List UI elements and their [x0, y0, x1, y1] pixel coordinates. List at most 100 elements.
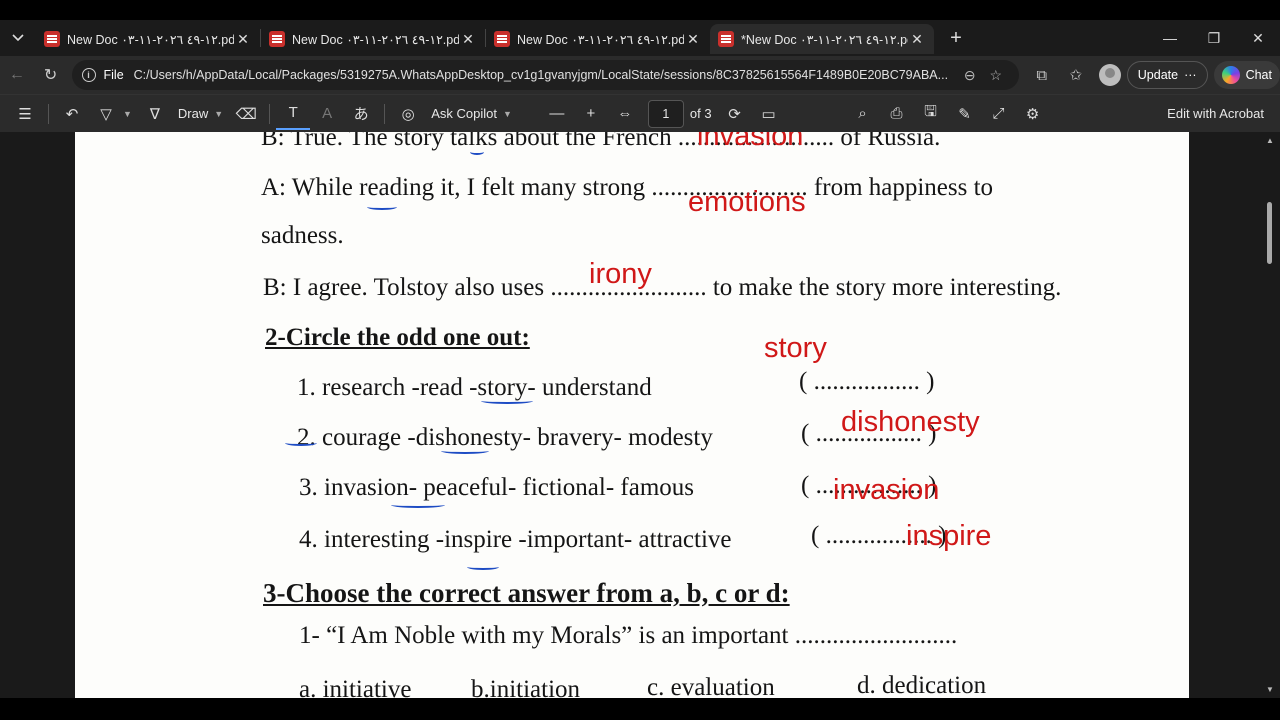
handwritten-answer[interactable]: irony: [589, 258, 652, 291]
handwritten-answer[interactable]: story: [764, 332, 827, 365]
section-heading: 2-Circle the odd one out:: [265, 324, 530, 351]
pdf-file-icon: [44, 31, 60, 47]
update-label: Update: [1137, 68, 1179, 82]
pen-underline: [481, 398, 533, 404]
list-item: 1. research -read -story- understand: [297, 374, 652, 401]
zoom-out-icon[interactable]: —: [540, 98, 574, 130]
toolbar-divider: [384, 103, 386, 124]
tab-title: New Doc ١٢-٤٩ ٢٠٢٦-١١-٠٣.pdf: [517, 32, 684, 47]
scroll-down-icon[interactable]: ▼: [1266, 685, 1274, 694]
ask-copilot-label[interactable]: Ask Copilot: [431, 106, 497, 121]
text-box-icon[interactable]: T: [276, 98, 311, 130]
close-tab-icon[interactable]: ✕: [234, 31, 252, 48]
settings-gear-icon[interactable]: ⚙: [1016, 98, 1050, 130]
copilot-icon: [1221, 66, 1240, 84]
pen-underline: [441, 448, 489, 454]
read-aloud-icon[interactable]: あ: [344, 98, 378, 130]
profile-avatar[interactable]: [1098, 64, 1121, 86]
close-tab-icon[interactable]: ✕: [459, 31, 477, 48]
rotate-icon[interactable]: ⟳: [718, 98, 752, 130]
toolbar-divider: [48, 103, 49, 124]
handwritten-answer[interactable]: invasion: [697, 132, 803, 153]
document-line: B: True. The story talks about the Frenc…: [261, 132, 941, 151]
list-item: 3. invasion- peaceful- fictional- famous: [299, 474, 694, 501]
zoom-in-icon[interactable]: +: [574, 98, 608, 130]
pdf-viewer[interactable]: B: True. The story talks about the Frenc…: [0, 132, 1280, 698]
tab-title: *New Doc ١٢-٤٩ ٢٠٢٦-١١-٠٣.pdf: [741, 32, 908, 47]
page-number-input[interactable]: 1: [647, 99, 684, 128]
minimize-icon[interactable]: —: [1148, 20, 1192, 56]
fullscreen-icon[interactable]: ⤢: [982, 98, 1016, 130]
copilot-outline-icon[interactable]: ◎: [391, 98, 425, 130]
back-button[interactable]: ←: [0, 58, 34, 92]
document-line: B: I agree. Tolstoy also uses ..........…: [263, 274, 1062, 301]
chevron-down-icon[interactable]: ▼: [503, 109, 512, 119]
url-text[interactable]: C:/Users/h/AppData/Local/Packages/531927…: [134, 68, 957, 82]
fit-to-width-icon[interactable]: ⇔: [608, 98, 642, 130]
copilot-chat-button[interactable]: Chat: [1213, 61, 1280, 89]
close-window-icon[interactable]: ✕: [1236, 20, 1280, 56]
question-text: 1- “I Am Noble with my Morals” is an imp…: [299, 622, 958, 649]
undo-icon[interactable]: ↶: [55, 98, 89, 130]
bottom-edge: [0, 698, 1280, 720]
scroll-thumb[interactable]: [1267, 202, 1272, 264]
draw-icon[interactable]: ∇: [138, 98, 172, 130]
edit-with-acrobat-label: Edit with Acrobat: [1167, 106, 1264, 121]
favorites-icon[interactable]: ✩: [1059, 60, 1093, 90]
page-total-label: of 3: [689, 106, 712, 121]
page-view-icon[interactable]: ▭: [752, 98, 786, 130]
search-icon[interactable]: ⌕: [846, 98, 880, 130]
list-item: 4. interesting -inspire -important- attr…: [299, 526, 732, 553]
handwritten-answer[interactable]: invasion: [833, 474, 939, 507]
eraser-icon[interactable]: ⌫: [229, 98, 263, 130]
handwritten-answer[interactable]: dishonesty: [841, 406, 980, 439]
close-tab-icon[interactable]: ✕: [684, 31, 702, 48]
scroll-up-icon[interactable]: ▲: [1266, 136, 1274, 145]
pdf-file-icon: [269, 31, 285, 47]
save-as-icon[interactable]: ✎: [948, 98, 982, 130]
option-c: c. evaluation: [647, 674, 775, 698]
contents-list-icon[interactable]: ☰: [8, 98, 42, 130]
chevron-down-icon[interactable]: ▼: [123, 109, 132, 119]
window-controls: — ❐ ✕: [1148, 20, 1280, 56]
close-tab-icon[interactable]: ✕: [908, 31, 926, 48]
refresh-button[interactable]: ↻: [34, 58, 68, 92]
pen-underline: [391, 502, 445, 508]
chevron-down-icon[interactable]: ▼: [214, 109, 223, 119]
info-icon[interactable]: i: [81, 68, 96, 82]
favorite-star-icon[interactable]: ☆: [983, 67, 1009, 84]
pdf-page: B: True. The story talks about the Frenc…: [75, 132, 1189, 698]
tab-title: New Doc ١٢-٤٩ ٢٠٢٦-١١-٠٣.pdf: [292, 32, 459, 47]
text-format-icon[interactable]: A: [310, 98, 344, 130]
highlight-icon[interactable]: ▽: [89, 98, 123, 130]
save-icon[interactable]: 🖫: [914, 98, 948, 130]
handwritten-answer[interactable]: inspire: [906, 520, 991, 553]
draw-label[interactable]: Draw: [178, 106, 208, 121]
more-icon: ···: [1184, 68, 1197, 82]
address-bar[interactable]: i File C:/Users/h/AppData/Local/Packages…: [71, 60, 1019, 90]
tab-pdf-2[interactable]: New Doc ١٢-٤٩ ٢٠٢٦-١١-٠٣.pdf ✕: [261, 24, 485, 54]
document-line: sadness.: [261, 222, 344, 249]
update-button[interactable]: Update ···: [1126, 61, 1208, 89]
handwritten-answer[interactable]: emotions: [688, 186, 806, 219]
tab-actions-menu[interactable]: [0, 20, 36, 56]
option-b: b.initiation: [471, 676, 581, 698]
pen-underline: [367, 204, 397, 210]
edit-with-acrobat-button[interactable]: Edit with Acrobat: [1167, 106, 1264, 121]
toolbar-divider: [269, 103, 271, 124]
tab-pdf-4-active[interactable]: *New Doc ١٢-٤٩ ٢٠٢٦-١١-٠٣.pdf ✕: [710, 24, 934, 54]
option-d: d. dedication: [857, 672, 987, 698]
vertical-scrollbar[interactable]: ▲ ▼: [1260, 132, 1280, 698]
tab-pdf-1[interactable]: New Doc ١٢-٤٩ ٢٠٢٦-١١-٠٣.pdf ✕: [36, 24, 260, 54]
restore-icon[interactable]: ❐: [1192, 20, 1236, 56]
chevron-down-icon: [12, 34, 24, 42]
pen-underline: [285, 440, 317, 446]
zoom-icon[interactable]: ⊖: [957, 67, 983, 84]
section-heading: 3-Choose the correct answer from a, b, c…: [263, 578, 790, 608]
extensions-icon[interactable]: ⧉: [1025, 60, 1059, 90]
browser-actions: ⧉ ✩ Update ··· Chat: [1025, 60, 1280, 90]
pdf-file-icon: [494, 31, 510, 47]
tab-pdf-3[interactable]: New Doc ١٢-٤٩ ٢٠٢٦-١١-٠٣.pdf ✕: [486, 24, 710, 54]
print-icon[interactable]: ⎙: [880, 98, 914, 130]
new-tab-button[interactable]: +: [940, 22, 972, 54]
